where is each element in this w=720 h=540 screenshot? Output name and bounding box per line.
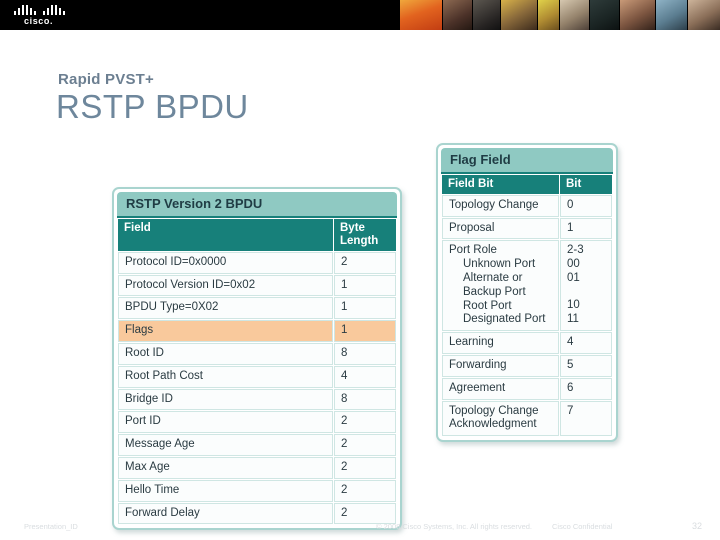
photo-tile [620,0,655,30]
slide-eyebrow: Rapid PVST+ [58,71,154,88]
port-role-sub-root: Root Port [463,299,512,312]
flag-col-bit: Bit [560,175,612,194]
flag-field: Topology Change Acknowledgment [442,400,559,437]
port-role-sub-unknown: Unknown Port [463,258,536,271]
table-row: Port ID 2 [118,411,396,434]
cisco-logo: cisco. [14,4,76,28]
port-role-bit-unknown: 00 [567,258,580,271]
bpdu-bytes: 8 [334,342,396,365]
footer-presentation-id: Presentation_ID [24,522,78,531]
bpdu-table-title: RSTP Version 2 BPDU [117,192,397,218]
bpdu-bytes: 1 [334,297,396,320]
flag-bit-port-role: 2-3 00 01 10 11 [560,240,612,332]
port-role-sub-designated: Designated Port [463,313,546,326]
photo-tile [443,0,473,30]
flag-field-port-role: Port Role Unknown Port Alternate or Back… [442,240,559,332]
bpdu-col-field: Field [118,219,333,251]
bpdu-field: Max Age [118,456,333,479]
flag-table-title: Flag Field [441,148,613,174]
bpdu-bytes: 2 [334,251,396,274]
bpdu-bytes: 1 [334,320,396,342]
port-role-label: Port Role [449,244,497,257]
flag-field-table-card: Flag Field Field Bit Bit Topology Change… [436,143,618,443]
port-role-bit: 2-3 [567,244,584,257]
flag-field: Agreement [442,377,559,400]
photo-tile [400,0,443,30]
footer-page-number: 32 [691,521,702,531]
table-row: Max Age 2 [118,456,396,479]
table-row-port-role: Port Role Unknown Port Alternate or Back… [442,240,612,332]
photo-tile [473,0,500,30]
table-row: Proposal 1 [442,217,612,240]
port-role-bit-designated: 11 [567,312,579,325]
photo-tile [560,0,590,30]
bpdu-field: Port ID [118,411,333,434]
bpdu-bytes: 4 [334,365,396,388]
rstp-bpdu-table-card: RSTP Version 2 BPDU Field Byte Length Pr… [112,187,402,531]
flag-col-field-bit: Field Bit [442,175,559,194]
bpdu-table-header-row: Field Byte Length [118,219,396,251]
bpdu-col-byte-length: Byte Length [334,219,396,251]
bpdu-bytes: 2 [334,479,396,502]
table-row-flags-highlighted: Flags 1 [118,320,396,342]
footer-copyright: © 2008 Cisco Systems, Inc. All rights re… [376,522,533,531]
bpdu-field: Protocol ID=0x0000 [118,251,333,274]
table-row: Bridge ID 8 [118,388,396,411]
photo-tile [538,0,560,30]
people-photo-strip [400,0,720,30]
bpdu-field: Root Path Cost [118,365,333,388]
flag-field: Topology Change [442,194,559,217]
table-row: Root Path Cost 4 [118,365,396,388]
port-role-bit-alternate-backup: 01 [567,272,580,285]
top-header-bar: cisco. [0,0,720,30]
cisco-bridge-icon [14,4,76,15]
flag-field: Forwarding [442,355,559,377]
bpdu-bytes: 2 [334,411,396,434]
table-row: BPDU Type=0X02 1 [118,297,396,320]
bpdu-field: Bridge ID [118,388,333,411]
footer-confidential: Cisco Confidential [552,522,613,531]
flag-bit: 4 [560,332,612,355]
bpdu-bytes: 2 [334,456,396,479]
bpdu-bytes: 2 [334,434,396,456]
photo-tile [688,0,720,30]
bpdu-field: Protocol Version ID=0x02 [118,274,333,297]
flag-bit: 7 [560,400,612,437]
table-row: Learning 4 [442,332,612,355]
flag-bit: 1 [560,217,612,240]
photo-tile [655,0,688,30]
bpdu-field: Message Age [118,434,333,456]
flag-table-header-row: Field Bit Bit [442,175,612,194]
bpdu-bytes: 1 [334,274,396,297]
bpdu-field: Flags [118,320,333,342]
bpdu-field: BPDU Type=0X02 [118,297,333,320]
photo-tile [590,0,620,30]
flag-field: Proposal [442,217,559,240]
table-row: Root ID 8 [118,342,396,365]
bpdu-field: Root ID [118,342,333,365]
flag-bit: 6 [560,377,612,400]
table-row: Protocol ID=0x0000 2 [118,251,396,274]
table-row: Topology Change Acknowledgment 7 [442,400,612,437]
table-row: Forwarding 5 [442,355,612,377]
port-role-bit-root: 10 [567,298,580,311]
slide-footer: Presentation_ID © 2008 Cisco Systems, In… [0,516,720,540]
flag-field-table: Field Bit Bit Topology Change 0 Proposal… [441,174,613,437]
cisco-wordmark: cisco. [24,16,54,26]
table-row: Topology Change 0 [442,194,612,217]
bpdu-bytes: 8 [334,388,396,411]
flag-bit: 0 [560,194,612,217]
table-row: Agreement 6 [442,377,612,400]
bpdu-table: Field Byte Length Protocol ID=0x0000 2 Pr… [117,218,397,525]
bpdu-field: Hello Time [118,479,333,502]
port-role-sub-alternate-backup: Alternate or Backup Port [463,272,526,298]
page-title: RSTP BPDU [56,88,249,125]
flag-bit: 5 [560,355,612,377]
flag-field: Learning [442,332,559,355]
table-row: Protocol Version ID=0x02 1 [118,274,396,297]
table-row: Message Age 2 [118,434,396,456]
table-row: Hello Time 2 [118,479,396,502]
photo-tile [500,0,538,30]
